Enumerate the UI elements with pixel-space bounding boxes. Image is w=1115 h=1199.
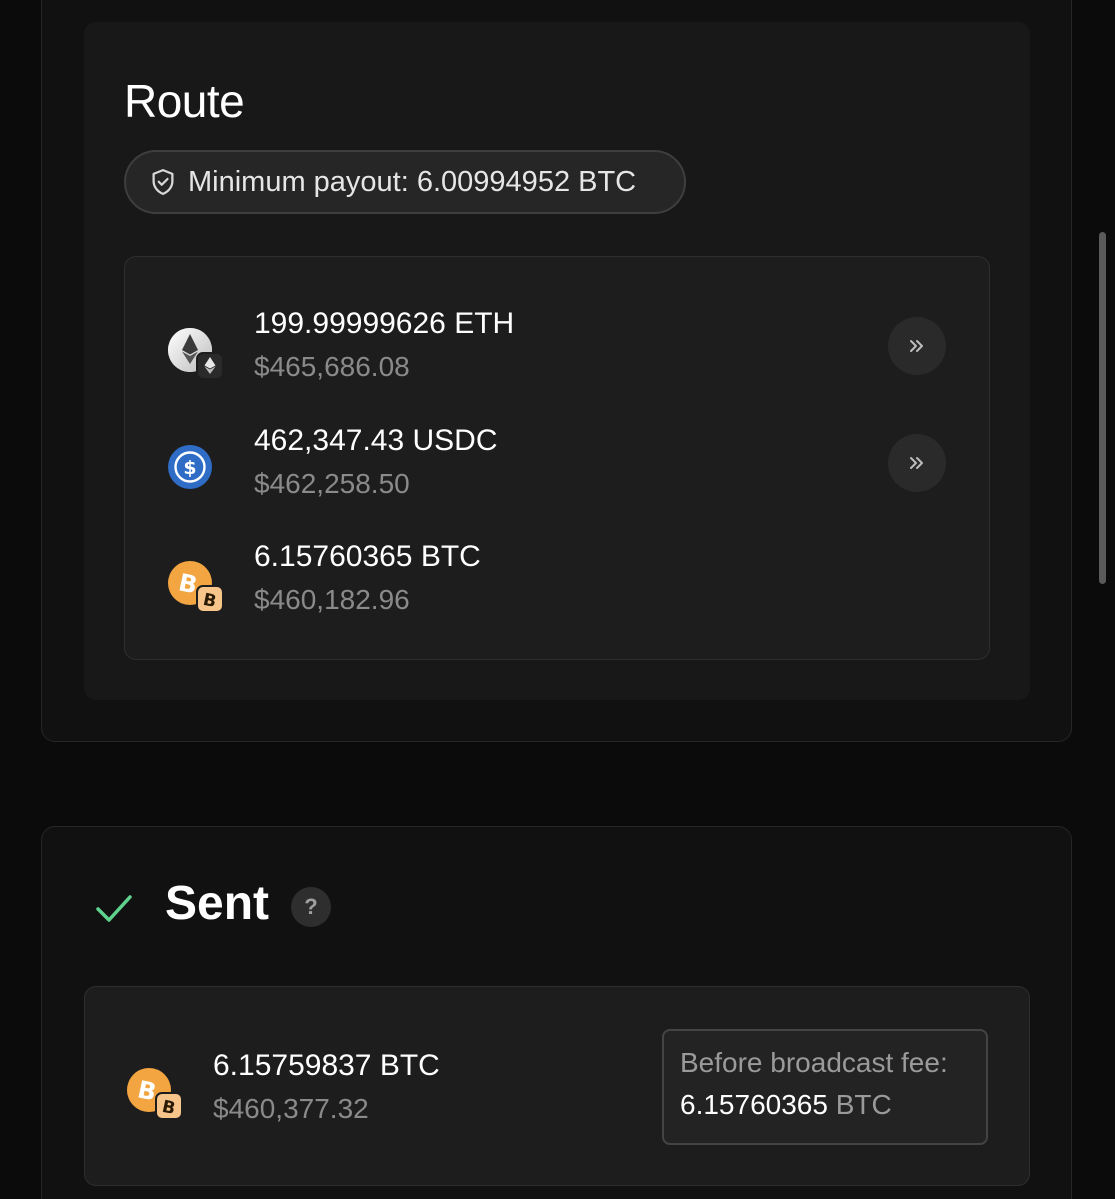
route-hop-eth: 199.99999626 ETH $465,686.08: [125, 307, 989, 407]
minimum-payout-label: Minimum payout: 6.00994952 BTC: [188, 165, 637, 198]
route-hop-btc: B B 6.15760365 BTC $460,182.96: [125, 540, 989, 640]
hop-amount: 6.15760365 BTC: [254, 540, 481, 573]
fee-amount: 6.15760365: [680, 1089, 828, 1120]
hop-usd-value: $460,182.96: [254, 584, 410, 615]
swap-status-page: Route Minimum payout: 6.00994952 BTC 199…: [0, 0, 1115, 1199]
checkmark-icon: [96, 895, 132, 922]
sent-panel: B B 6.15759837 BTC $460,377.32 Before br…: [84, 986, 1030, 1186]
hop-usd-value: $465,686.08: [254, 351, 410, 382]
usdc-icon: $: [168, 445, 212, 489]
route-hop-usdc: $ 462,347.43 USDC $462,258.50: [125, 424, 989, 524]
hop-details-button[interactable]: [888, 434, 946, 492]
before-broadcast-fee-box: Before broadcast fee: 6.15760365 BTC: [662, 1029, 988, 1145]
route-hops-list: 199.99999626 ETH $465,686.08 $ 462,347.4…: [124, 256, 990, 660]
fee-unit: BTC: [835, 1089, 892, 1120]
btc-icon: B B: [127, 1068, 183, 1120]
help-button[interactable]: ?: [291, 887, 331, 927]
sent-usd-value: $460,377.32: [213, 1093, 369, 1124]
sent-title: Sent: [165, 877, 270, 930]
shield-check-icon: [152, 169, 174, 195]
hop-amount: 462,347.43 USDC: [254, 424, 498, 457]
hop-amount: 199.99999626 ETH: [254, 307, 515, 340]
hop-usd-value: $462,258.50: [254, 468, 410, 499]
hop-details-button[interactable]: [888, 317, 946, 375]
route-title: Route: [124, 75, 245, 127]
scrollbar[interactable]: [1099, 232, 1106, 584]
double-chevron-right-icon: [910, 457, 923, 469]
sent-amount: 6.15759837 BTC: [213, 1049, 440, 1082]
minimum-payout-badge: Minimum payout: 6.00994952 BTC: [124, 150, 686, 214]
svg-text:$: $: [183, 457, 196, 479]
double-chevron-right-icon: [910, 340, 923, 352]
btc-icon: B B: [168, 561, 224, 613]
fee-value: 6.15760365 BTC: [680, 1089, 986, 1121]
eth-icon: [168, 328, 224, 380]
fee-label: Before broadcast fee:: [680, 1047, 948, 1078]
